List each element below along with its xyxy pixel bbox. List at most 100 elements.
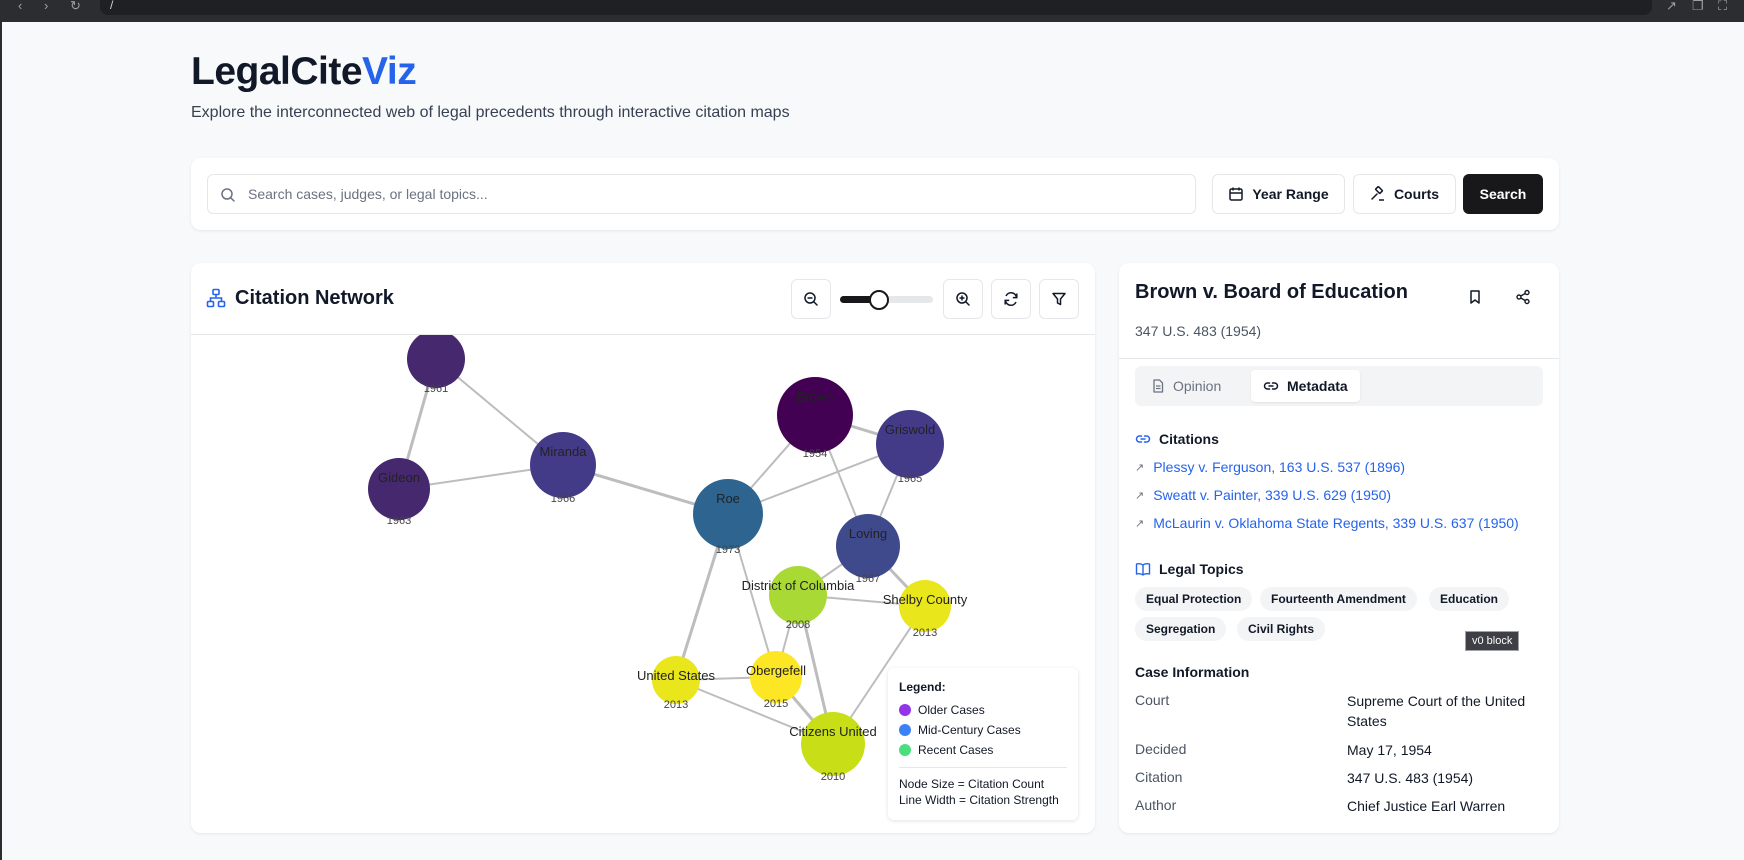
detail-tabs: Opinion Metadata [1135, 366, 1543, 406]
case-node-gideon[interactable]: Gideon 1963 [368, 458, 430, 527]
filter-button[interactable] [1039, 279, 1079, 319]
legend-dot-older [899, 704, 911, 716]
courts-label: Courts [1393, 186, 1440, 202]
v0-badge[interactable]: v0 block [1465, 631, 1520, 651]
address-bar[interactable]: / [100, 0, 1652, 15]
search-icon [221, 188, 235, 202]
legend-label: Recent Cases [918, 743, 994, 757]
calendar-icon [1229, 187, 1244, 201]
citation-network-panel: Citation Network 1961 Gideon 1963 Miranda 19… [191, 263, 1095, 833]
case-node-griswold[interactable]: Griswold 1965 [876, 410, 944, 485]
external-link-icon: ↗ [1135, 517, 1145, 530]
info-value-court: Supreme Court of the United States [1347, 693, 1526, 729]
app-logo: LegalCiteViz [191, 50, 417, 94]
node-circle[interactable] [836, 514, 900, 578]
bookmark-button[interactable] [1463, 285, 1487, 309]
node-label: Griswold [885, 422, 936, 437]
citation-text: McLaurin v. Oklahoma State Regents, 339 … [1153, 515, 1519, 531]
network-icon [206, 288, 226, 308]
legend-label: Older Cases [918, 703, 985, 717]
search-panel: Year Range Courts Search [191, 158, 1559, 230]
citation-text: Sweatt v. Painter, 339 U.S. 629 (1950) [1153, 487, 1392, 503]
info-key-author: Author [1135, 797, 1177, 813]
forward-icon[interactable]: › [44, 0, 48, 14]
topic-tag[interactable]: Fourteenth Amendment [1260, 587, 1417, 611]
case-node-loving[interactable]: Loving 1967 [836, 514, 900, 585]
node-circle[interactable] [530, 432, 596, 498]
zoom-slider-thumb[interactable] [869, 290, 890, 310]
search-button[interactable]: Search [1463, 174, 1543, 214]
share-button[interactable] [1511, 285, 1535, 309]
topics-title: Legal Topics [1159, 561, 1244, 577]
case-node-citizens[interactable]: Citizens United 2010 [789, 712, 877, 783]
book-icon [1135, 563, 1151, 576]
topic-tag[interactable]: Civil Rights [1237, 617, 1326, 641]
courts-button[interactable]: Courts [1353, 174, 1456, 214]
legend-item: Older Cases [899, 700, 1067, 720]
network-title: Citation Network [235, 287, 394, 309]
brand-accent: Viz [362, 50, 417, 93]
network-header: Citation Network [191, 263, 1095, 335]
node-year: 2013 [913, 627, 937, 639]
brand-name: LegalCite [191, 50, 363, 93]
case-node-shelby[interactable]: Shelby County 2013 [883, 580, 968, 639]
legend-label: Mid-Century Cases [918, 723, 1021, 737]
node-label: Miranda [540, 444, 588, 459]
reload-icon[interactable]: ↻ [70, 0, 81, 14]
node-year: 1961 [424, 383, 448, 395]
year-range-label: Year Range [1252, 186, 1329, 202]
graph-legend: Legend: Older Cases Mid-Century Cases Re… [888, 668, 1078, 820]
node-year: 2010 [821, 771, 845, 783]
case-node-us[interactable]: United States 2013 [637, 656, 716, 711]
topic-tag[interactable]: Segregation [1135, 617, 1227, 641]
fullscreen-icon[interactable]: ⛶ [1718, 0, 1727, 14]
tagline: Explore the interconnected web of legal … [191, 104, 790, 121]
node-circle[interactable] [693, 479, 763, 549]
citation-link[interactable]: ↗ Sweatt v. Painter, 339 U.S. 629 (1950) [1135, 487, 1391, 503]
node-year: 1973 [716, 544, 740, 556]
refresh-button[interactable] [991, 279, 1031, 319]
legend-dot-recent [899, 744, 911, 756]
legend-size-note: Node Size = Citation Count [899, 777, 1045, 791]
refresh-icon [1004, 291, 1018, 307]
legend-dot-mid [899, 724, 911, 736]
node-circle[interactable] [769, 566, 827, 624]
year-range-button[interactable]: Year Range [1212, 174, 1345, 214]
link-icon [1135, 435, 1151, 443]
external-link-icon: ↗ [1135, 461, 1145, 474]
node-year: 2013 [664, 699, 688, 711]
search-field[interactable] [207, 174, 1196, 214]
citations-title: Citations [1159, 431, 1219, 447]
tab-opinion[interactable]: Opinion [1139, 370, 1233, 402]
zoom-in-button[interactable] [943, 279, 983, 319]
zoom-slider[interactable] [840, 290, 933, 310]
copy-icon[interactable]: ❐ [1692, 0, 1704, 14]
node-label: Gideon [378, 470, 420, 485]
node-label: Roe [716, 491, 740, 506]
case-node-miranda[interactable]: Miranda 1966 [530, 432, 596, 505]
node-circle[interactable] [407, 335, 465, 388]
bookmark-icon [1470, 290, 1480, 304]
back-icon[interactable]: ‹ [18, 0, 22, 14]
node-circle[interactable] [801, 712, 865, 776]
topic-tag[interactable]: Education [1429, 587, 1510, 611]
case-node-mapp[interactable]: 1961 [407, 335, 465, 395]
zoom-out-button[interactable] [791, 279, 831, 319]
citation-link[interactable]: ↗ Plessy v. Ferguson, 163 U.S. 537 (1896) [1135, 459, 1405, 475]
node-year: 1967 [856, 573, 880, 585]
legend-divider [899, 767, 1067, 768]
tab-metadata[interactable]: Metadata [1251, 370, 1360, 402]
info-value-author: Chief Justice Earl Warren [1347, 798, 1506, 814]
node-circle[interactable] [876, 410, 944, 478]
share-icon [1516, 289, 1530, 305]
citation-link[interactable]: ↗ McLaurin v. Oklahoma State Regents, 339… [1135, 515, 1519, 531]
case-detail-panel: Brown v. Board of Education 347 U.S. 483… [1119, 263, 1559, 833]
cursor-icon[interactable]: ↗ [1666, 0, 1677, 14]
node-year: 2015 [764, 698, 788, 710]
case-node-roe[interactable]: Roe 1973 [693, 479, 763, 556]
browser-toolbar: ‹ › ↻ / ↗ ❐ ⛶ [0, 0, 1744, 22]
node-circle[interactable] [368, 458, 430, 520]
topic-tag[interactable]: Equal Protection [1135, 587, 1253, 611]
search-input[interactable] [248, 175, 1178, 213]
case-node-brown[interactable]: Brown 1954 [777, 377, 853, 460]
